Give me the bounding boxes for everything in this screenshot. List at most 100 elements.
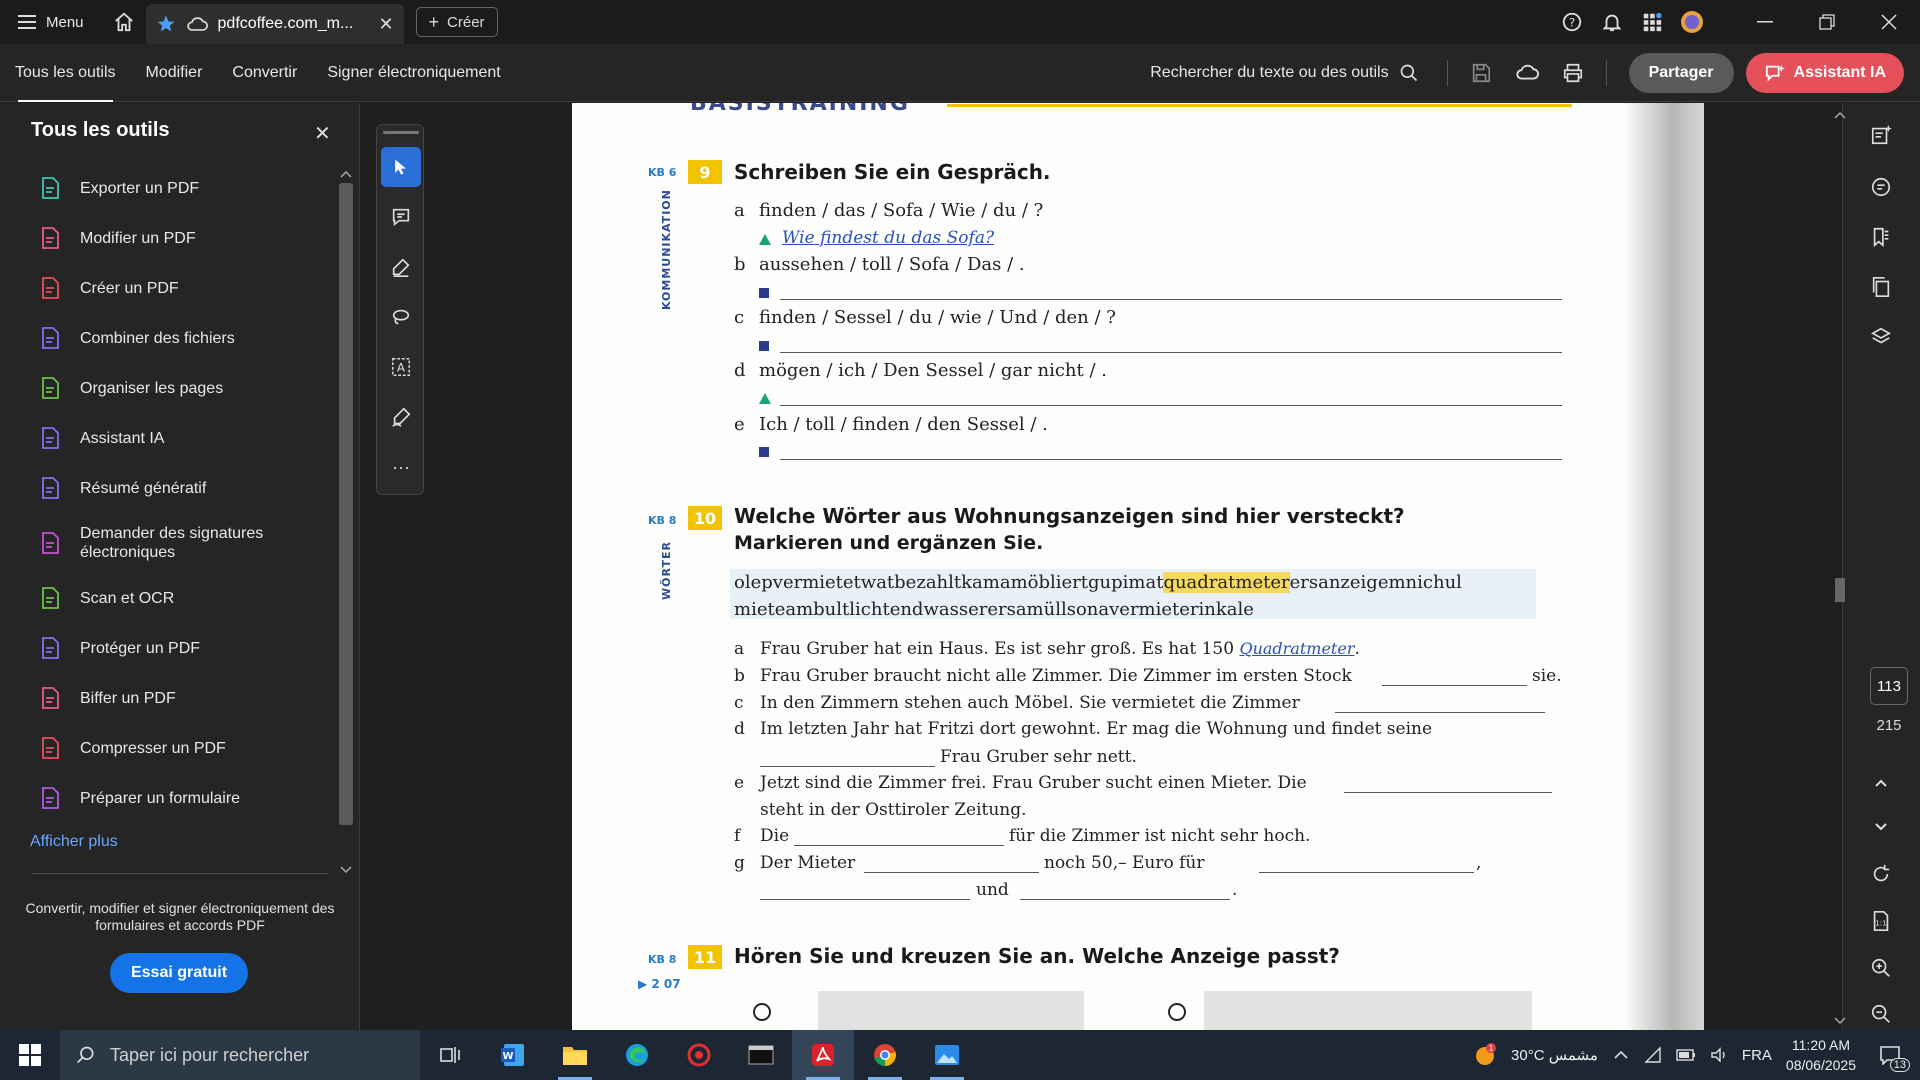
- volume-icon[interactable]: [1710, 1046, 1728, 1064]
- tool-item[interactable]: Demander des signatures électroniques: [38, 513, 328, 573]
- comments-rail-button[interactable]: [1863, 169, 1899, 205]
- cloud-sync-button[interactable]: [1504, 44, 1550, 102]
- ai-assistant-button[interactable]: Assistant IA: [1745, 52, 1904, 93]
- ex9-marker-a: [759, 234, 771, 245]
- comments-icon: [1871, 177, 1891, 197]
- tool-item[interactable]: Biffer un PDF: [38, 673, 328, 723]
- ex9-title: Schreiben Sie ein Gespräch.: [734, 160, 1051, 184]
- close-panel-icon[interactable]: ✕: [314, 121, 331, 146]
- network-icon[interactable]: [1644, 1046, 1662, 1064]
- close-tab-icon[interactable]: ✕: [378, 14, 393, 35]
- help-button[interactable]: ?: [1552, 0, 1592, 44]
- tool-item[interactable]: Scan et OCR: [38, 573, 328, 623]
- zoom-in-button[interactable]: [1863, 950, 1899, 986]
- highlight-tool[interactable]: [381, 247, 421, 287]
- comment-tool[interactable]: [381, 197, 421, 237]
- tab-edit[interactable]: Modifier: [131, 44, 218, 102]
- free-trial-button[interactable]: Essai gratuit: [110, 953, 248, 993]
- taskbar-search[interactable]: Taper ici pour rechercher: [60, 1030, 420, 1080]
- notifications-button[interactable]: [1592, 0, 1632, 44]
- show-more-link[interactable]: Afficher plus: [30, 833, 118, 851]
- profile-button[interactable]: [1672, 0, 1712, 44]
- app-red-hex[interactable]: [668, 1030, 730, 1080]
- ex10-sentence-e: Jetzt sind die Zimmer frei. Frau Gruber …: [760, 773, 1307, 793]
- redact-pdf-icon: [42, 687, 59, 709]
- tool-item[interactable]: Modifier un PDF: [38, 213, 328, 263]
- weather-text[interactable]: 30°C مشمس: [1511, 1046, 1598, 1064]
- home-button[interactable]: [102, 0, 146, 44]
- tool-item[interactable]: Résumé génératif: [38, 463, 328, 513]
- weather-sun-icon[interactable]: 1: [1473, 1043, 1497, 1067]
- tool-item[interactable]: Combiner des fichiers: [38, 313, 328, 363]
- star-icon[interactable]: [156, 14, 176, 34]
- notification-center[interactable]: 13: [1870, 1040, 1910, 1072]
- puzzle-line-1: olepvermietetwatbezahltkamamöbliertgupim…: [734, 572, 1462, 593]
- text-box-icon: A: [392, 358, 410, 376]
- fit-page-button[interactable]: 1:1: [1863, 903, 1899, 939]
- tool-item[interactable]: Compresser un PDF: [38, 723, 328, 773]
- current-page-input[interactable]: 113: [1870, 667, 1908, 705]
- viewer-scrollbar[interactable]: [1833, 108, 1847, 1028]
- ex11-radio-2[interactable]: [1168, 1003, 1186, 1021]
- chevron-up-icon[interactable]: [1612, 1046, 1630, 1064]
- create-button[interactable]: + Créer: [415, 7, 498, 37]
- ex9-letter-d: d: [734, 360, 746, 381]
- word-app[interactable]: W: [482, 1030, 544, 1080]
- ex10-blank-e: [1344, 792, 1552, 793]
- tab-sign[interactable]: Signer électroniquement: [312, 44, 515, 102]
- text-box-tool[interactable]: A: [381, 347, 421, 387]
- document-tab[interactable]: pdfcoffee.com_m... ✕: [145, 4, 404, 44]
- save-button[interactable]: [1458, 44, 1504, 102]
- search-tools[interactable]: Rechercher du texte ou des outils: [1150, 63, 1436, 83]
- photos-app[interactable]: [916, 1030, 978, 1080]
- clock[interactable]: 11:20 AM 08/06/2025: [1786, 1035, 1856, 1075]
- prev-page-button[interactable]: [1863, 765, 1899, 801]
- restore-button[interactable]: [1796, 0, 1858, 44]
- tab-convert[interactable]: Convertir: [217, 44, 312, 102]
- menu-button[interactable]: Menu: [0, 0, 102, 44]
- start-button[interactable]: [0, 1030, 60, 1080]
- tool-item[interactable]: Protéger un PDF: [38, 623, 328, 673]
- language-indicator[interactable]: FRA: [1742, 1047, 1772, 1064]
- minimize-button[interactable]: [1734, 0, 1796, 44]
- terminal-icon: [748, 1045, 774, 1065]
- battery-icon[interactable]: [1676, 1048, 1696, 1062]
- tool-item[interactable]: Préparer un formulaire: [38, 773, 328, 823]
- layers-rail-button[interactable]: [1863, 319, 1899, 355]
- ex11-radio-1[interactable]: [753, 1003, 771, 1021]
- acrobat-app[interactable]: [792, 1030, 854, 1080]
- rotate-button[interactable]: [1863, 856, 1899, 892]
- draw-tool[interactable]: [381, 297, 421, 337]
- pages-rail-button[interactable]: [1863, 269, 1899, 305]
- task-view-button[interactable]: [420, 1030, 482, 1080]
- close-window-button[interactable]: [1858, 0, 1920, 44]
- drag-handle[interactable]: [383, 131, 419, 134]
- request-signature-icon: [42, 532, 59, 554]
- apps-button[interactable]: [1632, 0, 1672, 44]
- chrome-app[interactable]: [854, 1030, 916, 1080]
- ex10-letter-c: c: [734, 693, 744, 713]
- bookmarks-rail-button[interactable]: [1863, 219, 1899, 255]
- ai-summary-rail-button[interactable]: [1863, 117, 1899, 153]
- tool-item[interactable]: Créer un PDF: [38, 263, 328, 313]
- share-button[interactable]: Partager: [1628, 52, 1734, 93]
- title-bar: Menu pdfcoffee.com_m... ✕ + Créer ?: [0, 0, 1920, 44]
- select-tool[interactable]: [381, 147, 421, 187]
- terminal-app[interactable]: [730, 1030, 792, 1080]
- tool-item[interactable]: Exporter un PDF: [38, 163, 328, 213]
- edge-app[interactable]: [606, 1030, 668, 1080]
- ex10-sentence-g: Der Mieter: [760, 853, 856, 873]
- next-page-button[interactable]: [1863, 809, 1899, 845]
- tab-all-tools[interactable]: Tous les outils: [0, 44, 131, 102]
- sign-tool[interactable]: [381, 397, 421, 437]
- file-explorer-app[interactable]: [544, 1030, 606, 1080]
- panel-scroll-thumb[interactable]: [339, 183, 353, 825]
- tool-item[interactable]: Organiser les pages: [38, 363, 328, 413]
- cloud-icon: [186, 17, 208, 31]
- print-button[interactable]: [1550, 44, 1596, 102]
- document-viewer[interactable]: BASISTRAINING KB 6 9 Schreiben Sie ein G…: [361, 103, 1842, 1030]
- more-tools-icon[interactable]: ···: [381, 447, 421, 487]
- zoom-out-button[interactable]: [1863, 996, 1899, 1032]
- toolbar-divider-2: [1605, 59, 1607, 86]
- tool-item[interactable]: Assistant IA: [38, 413, 328, 463]
